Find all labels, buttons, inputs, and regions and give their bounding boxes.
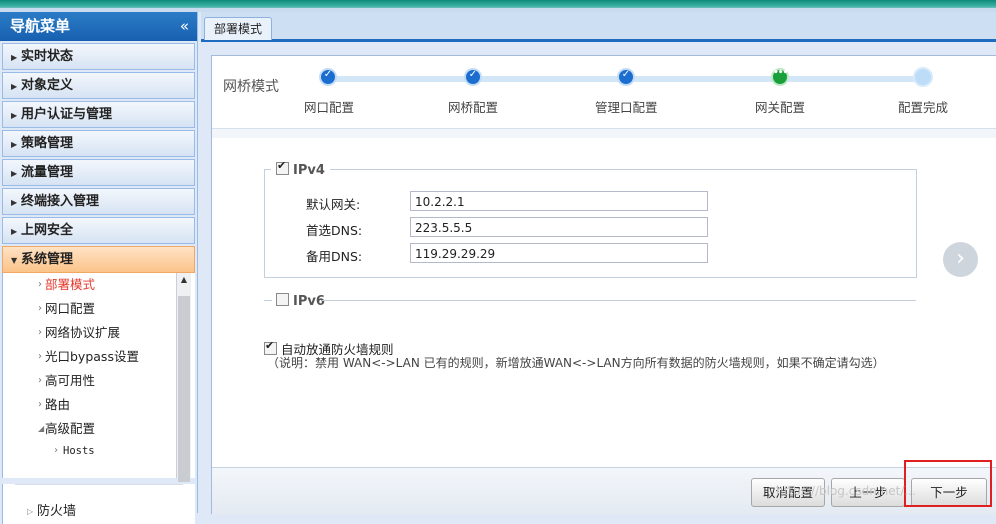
submenu-item-high-availability[interactable]: › 高可用性 [3,369,195,393]
sidebar-item-system-management[interactable]: ▼ 系统管理 [2,246,195,273]
sidebar-item-label: 终端接入管理 [21,194,100,209]
ipv6-checkbox[interactable] [276,293,289,306]
ipv4-checkbox[interactable] [276,159,289,175]
main-panel: 网桥模式 ✓ ✓ ✓ ••• 网口配置 网桥配置 管理口配置 网关配置 配置完成… [211,55,996,515]
primary-dns-label: 首选DNS: [306,223,363,238]
submenu-label: 网口配置 [45,301,96,316]
tab-bar: 部署模式 [201,12,996,42]
sidebar-scrollbar[interactable]: ▲ [176,273,191,482]
ipv6-legend-label: IPv6 [293,294,325,309]
chevron-right-icon: ▶ [11,198,18,207]
chevron-right-icon: › [38,279,42,290]
step-label: 网口配置 [304,100,355,115]
gateway-input[interactable]: 10.2.2.1 [410,191,708,211]
submenu-label: 网络协议扩展 [45,325,121,340]
step-label: 管理口配置 [595,100,658,115]
collapse-sidebar-icon[interactable]: « [180,12,189,41]
sidebar-item-traffic[interactable]: ▶ 流量管理 [2,159,195,186]
submenu-item-optical-bypass[interactable]: › 光口bypass设置 [3,345,195,369]
chevron-right-icon: ▶ [11,169,18,178]
ipv4-legend-label: IPv4 [293,163,325,178]
chevron-right-icon: ▶ [11,53,18,62]
sidebar-item-label: 用户认证与管理 [21,107,113,122]
check-icon: ✓ [621,69,631,80]
sidebar-item-label: 上网安全 [21,223,74,238]
step-current-icon: ••• [771,68,789,86]
submenu-label: 光口bypass设置 [45,349,139,364]
sidebar-item-label: 实时状态 [21,49,74,64]
expanded-triangle-icon: ◢ [38,424,45,433]
gateway-label: 默认网关: [306,197,361,212]
chevron-right-icon: › [38,351,42,362]
ipv6-group-line [322,300,916,301]
secondary-dns-label: 备用DNS: [306,249,363,264]
wizard-divider [212,129,996,138]
chevron-right-icon: ▶ [11,227,18,236]
sidebar-item-firewall[interactable]: ▷ 防火墙 [2,500,195,524]
step-label: 配置完成 [898,100,949,115]
primary-dns-input[interactable]: 223.5.5.5 [410,217,708,237]
sidebar-menu: ▶ 实时状态 ▶ 对象定义 ▶ 用户认证与管理 ▶ 策略管理 ▶ 流量管理 ▶ 终端接入管理… [2,43,195,524]
submenu-item-port-config[interactable]: › 网口配置 [3,297,195,321]
submenu-item-deploy-mode[interactable]: › 部署模式 [3,273,195,297]
submenu-item-advanced[interactable]: ◢ 高级配置 [3,417,195,441]
ipv4-legend[interactable]: IPv4 [271,159,330,178]
chevron-right-icon: ▶ [11,82,18,91]
step-label: 网桥配置 [448,100,499,115]
sidebar-title: 导航菜单 [10,17,71,35]
scrollbar-thumb[interactable] [178,296,190,482]
step-done-icon: ✓ [617,68,635,86]
divider-line [15,484,183,485]
sidebar-item-object-definition[interactable]: ▶ 对象定义 [2,72,195,99]
chevron-right-icon: ▶ [11,140,18,149]
submenu-item-routing[interactable]: › 路由 [3,393,195,417]
sidebar-item-label: 系统管理 [21,252,74,267]
step-done-icon: ✓ [464,68,482,86]
watermark: https://blog.csdn.net/... [776,484,916,498]
step-pending-icon [913,67,933,87]
sidebar-item-label: 策略管理 [21,136,74,151]
ipv6-legend[interactable]: IPv6 [271,293,330,309]
sidebar-header: 导航菜单 « [0,12,197,41]
sidebar-item-label: 流量管理 [21,165,74,180]
wizard-progress: 网桥模式 ✓ ✓ ✓ ••• 网口配置 网桥配置 管理口配置 网关配置 配置完成 [212,56,996,129]
sidebar-item-user-auth[interactable]: ▶ 用户认证与管理 [2,101,195,128]
submenu-label: 部署模式 [45,277,96,292]
system-submenu: › 部署模式 › 网口配置 › 网络协议扩展 › 光口bypass设置 › 高可用性 › 路… [2,273,195,482]
secondary-dns-input[interactable]: 119.29.29.29 [410,243,708,263]
submenu-item-hosts[interactable]: › Hosts [3,441,195,461]
step-done-icon: ✓ [319,68,337,86]
check-icon: ✓ [468,69,478,80]
chevron-right-icon: ▶ [11,111,18,120]
sidebar-item-policy[interactable]: ▶ 策略管理 [2,130,195,157]
chevron-right-icon: › [38,303,42,314]
sidebar-item-label: 对象定义 [21,78,74,93]
chevron-right-icon: ▷ [27,507,34,516]
scroll-up-icon[interactable]: ▲ [177,273,191,287]
next-arrow-icon[interactable]: › [943,242,978,277]
next-step-highlight-box [904,460,992,507]
check-icon: ✓ [323,69,333,80]
chevron-right-icon: › [38,399,42,410]
ellipsis-icon: ••• [773,68,788,78]
sidebar-item-web-security[interactable]: ▶ 上网安全 [2,217,195,244]
sidebar-divider [2,484,195,500]
chevron-down-icon: ▼ [11,256,18,265]
submenu-item-protocol-ext[interactable]: › 网络协议扩展 [3,321,195,345]
chevron-right-icon: › [38,375,42,386]
submenu-label: 高可用性 [45,373,96,388]
step-label: 网关配置 [755,100,806,115]
ipv6-group-line [264,300,272,301]
tab-deploy-mode[interactable]: 部署模式 [204,17,273,40]
chevron-right-icon: › [38,327,42,338]
sidebar-item-realtime-status[interactable]: ▶ 实时状态 [2,43,195,70]
wizard-title: 网桥模式 [223,79,279,95]
chevron-right-icon: › [53,445,60,456]
sidebar-item-terminal-access[interactable]: ▶ 终端接入管理 [2,188,195,215]
firewall-note: （说明：禁用 WAN<->LAN 已有的规则，新增放通WAN<->LAN方向所有… [267,356,885,370]
navigation-sidebar: 导航菜单 « ▶ 实时状态 ▶ 对象定义 ▶ 用户认证与管理 ▶ 策略管理 ▶ 流量管理 … [0,12,198,524]
